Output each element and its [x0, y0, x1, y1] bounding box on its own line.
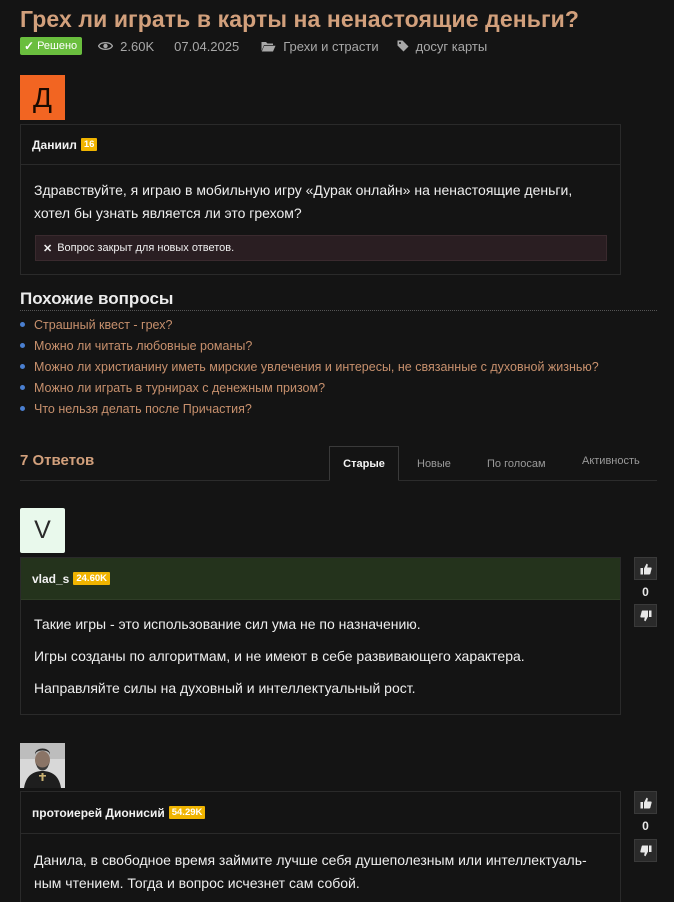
upvote-button[interactable]	[634, 557, 657, 580]
answer-card-header: протоиерей Дионисий 54.29K	[21, 792, 620, 834]
question-meta: ✓ Решено 2.60K 07.04.2025 Грехи и страст…	[20, 37, 507, 55]
folder-open-icon	[261, 41, 276, 52]
thumbs-down-icon	[639, 610, 651, 621]
bullet-icon	[20, 364, 25, 369]
category-link[interactable]: Грехи и страсти	[261, 39, 379, 54]
answer-avatar-photo[interactable]	[20, 743, 65, 788]
close-icon: ✕	[43, 242, 53, 255]
author-avatar[interactable]: Д	[20, 75, 65, 120]
solved-label: Решено	[37, 40, 78, 52]
thumbs-up-icon	[640, 797, 652, 808]
reputation-badge: 24.60K	[73, 572, 110, 585]
author-name[interactable]: Даниил	[32, 138, 77, 152]
closed-notice: ✕ Вопрос закрыт для новых ответов.	[35, 235, 607, 261]
eye-icon	[98, 41, 114, 51]
downvote-button[interactable]	[634, 604, 657, 627]
thumbs-down-icon	[639, 845, 651, 856]
downvote-button[interactable]	[634, 839, 657, 862]
answer-card: протоиерей Дионисий 54.29K Данила, в сво…	[20, 791, 621, 902]
list-item[interactable]: Страшный квест - грех?	[20, 314, 599, 335]
list-item[interactable]: Можно ли играть в турнирах с денежным пр…	[20, 377, 599, 398]
answer-avatar[interactable]: V	[20, 508, 65, 553]
reputation-badge: 54.29K	[168, 806, 206, 819]
answer-author-name[interactable]: протоиерей Дионисий	[32, 806, 165, 820]
question-body: Здравствуйте, я играю в мобильную игру «…	[34, 182, 573, 221]
answer-body: Данила, в свободное время займите лучше …	[34, 852, 587, 891]
tab-votes[interactable]: По голосам	[487, 458, 546, 470]
vote-count: 0	[642, 585, 649, 599]
bullet-icon	[20, 322, 25, 327]
answer-card: vlad_s 24.60K Такие игры - это использов…	[20, 557, 621, 715]
answer-author-name[interactable]: vlad_s	[32, 572, 69, 586]
similar-questions-list: Страшный квест - грех? Можно ли читать л…	[20, 314, 599, 419]
list-item[interactable]: Что нельзя делать после Причастия?	[20, 398, 599, 419]
question-date: 07.04.2025	[174, 38, 240, 54]
vote-count: 0	[642, 819, 649, 833]
tab-activity[interactable]: Активность	[582, 455, 640, 467]
list-item[interactable]: Можно ли читать любовные романы?	[20, 335, 599, 356]
solved-badge: ✓ Решено	[20, 37, 83, 55]
views-count: 2.60K	[98, 39, 154, 54]
similar-questions-heading: Похожие вопросы	[20, 289, 657, 311]
upvote-button[interactable]	[634, 791, 657, 814]
tag-icon	[397, 40, 409, 52]
answer-card-header: vlad_s 24.60K	[21, 558, 620, 600]
answer-body: Такие игры - это использование сил ума н…	[34, 616, 525, 696]
thumbs-up-icon	[640, 563, 652, 574]
list-item[interactable]: Можно ли христианину иметь мирские увлеч…	[20, 356, 599, 377]
tab-newest[interactable]: Новые	[417, 458, 451, 470]
bullet-icon	[20, 406, 25, 411]
reputation-badge: 16	[80, 138, 98, 151]
priest-portrait-icon	[20, 743, 65, 788]
question-title: Грех ли играть в карты на ненастоящие де…	[20, 6, 580, 32]
bullet-icon	[20, 343, 25, 348]
answers-count: 7 Ответов	[20, 452, 95, 469]
tags-link[interactable]: досуг карты	[397, 39, 487, 54]
check-icon: ✓	[24, 39, 35, 53]
tab-oldest[interactable]: Старые	[329, 446, 399, 481]
bullet-icon	[20, 385, 25, 390]
question-card-header: Даниил 16	[21, 125, 620, 165]
